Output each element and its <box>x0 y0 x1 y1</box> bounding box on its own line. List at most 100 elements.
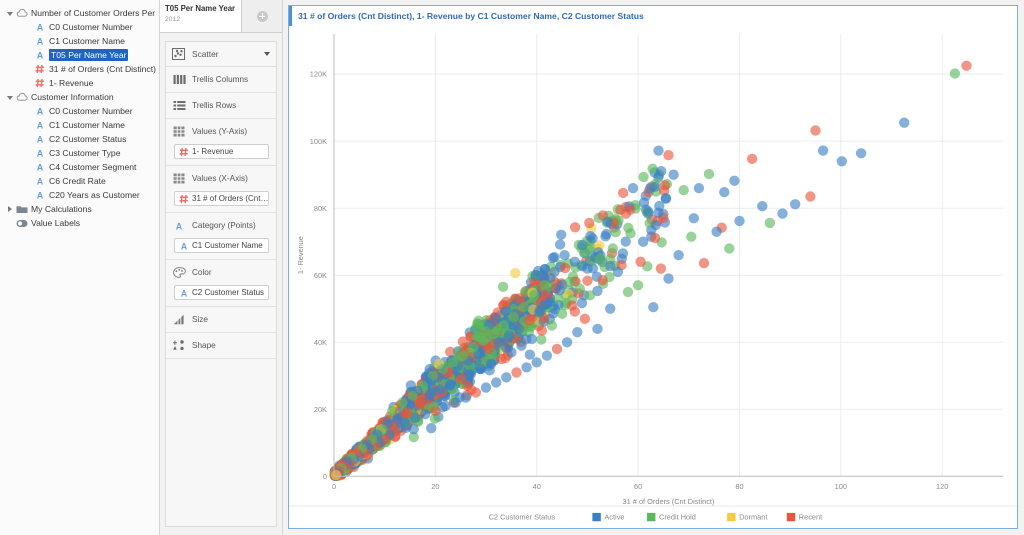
scatter-point[interactable] <box>430 405 441 417</box>
scatter-point[interactable] <box>551 343 563 355</box>
scatter-point[interactable] <box>577 239 588 251</box>
scatter-point[interactable] <box>764 217 776 229</box>
scatter-point[interactable] <box>480 382 492 393</box>
scatter-point[interactable] <box>485 358 497 370</box>
scatter-point[interactable] <box>790 199 801 210</box>
scatter-point[interactable] <box>638 171 649 183</box>
scatter-point[interactable] <box>567 300 578 311</box>
scatter-point[interactable] <box>559 262 571 274</box>
shelf-pill-color[interactable]: A C2 Customer Status <box>174 285 269 300</box>
scatter-point[interactable] <box>650 219 661 231</box>
scatter-point[interactable] <box>627 182 639 194</box>
tree-item-c20-years-as-customer[interactable]: A C20 Years as Customer <box>0 188 159 202</box>
scatter-point[interactable] <box>458 350 469 361</box>
scatter-point[interactable] <box>693 182 705 194</box>
shelf-pill-values-x[interactable]: 31 # of Orders (Cnt… <box>174 191 269 206</box>
scatter-point[interactable] <box>594 253 606 264</box>
scatter-point[interactable] <box>534 306 545 318</box>
scatter-point[interactable] <box>513 323 525 335</box>
scatter-point[interactable] <box>663 273 674 284</box>
scatter-point[interactable] <box>554 239 566 250</box>
scatter-point[interactable] <box>635 256 646 267</box>
scatter-point[interactable] <box>470 387 482 398</box>
tree-item-my-calculations[interactable]: My Calculations <box>0 202 159 216</box>
scatter-point[interactable] <box>805 191 816 202</box>
shelf-color[interactable]: Color A C2 Customer Status <box>166 260 276 307</box>
scatter-point[interactable] <box>541 350 553 361</box>
scatter-point[interactable] <box>746 153 758 165</box>
scatter-point[interactable] <box>455 373 466 385</box>
scatter-point[interactable] <box>655 263 667 274</box>
scatter-point[interactable] <box>729 175 740 186</box>
scatter-point[interactable] <box>501 372 512 383</box>
scatter-point[interactable] <box>536 334 547 345</box>
scatter-point[interactable] <box>688 213 699 224</box>
scatter-point[interactable] <box>757 201 768 212</box>
expand-triangle-down-icon[interactable] <box>4 95 15 100</box>
scatter-point[interactable] <box>855 148 867 159</box>
scatter-point[interactable] <box>450 397 461 408</box>
legend-label[interactable]: Active <box>604 513 624 522</box>
scatter-point[interactable] <box>579 313 591 325</box>
tree-item-c1-customer-name[interactable]: A C1 Customer Name <box>0 34 159 48</box>
scatter-point[interactable] <box>529 290 540 301</box>
scatter-point[interactable] <box>445 378 456 390</box>
tree-item-1-revenue[interactable]: 1- Revenue <box>0 76 159 90</box>
scatter-point[interactable] <box>518 301 530 313</box>
scatter-point[interactable] <box>536 325 547 336</box>
shelf-trellis-rows[interactable]: Trellis Rows <box>166 93 276 119</box>
legend-swatch[interactable] <box>647 512 656 522</box>
scatter-point[interactable] <box>425 389 436 400</box>
scatter-point[interactable] <box>521 362 532 373</box>
scatter-point[interactable] <box>625 228 636 239</box>
add-tab-button[interactable] <box>242 0 282 32</box>
scatter-point[interactable] <box>511 367 522 378</box>
scatter-point[interactable] <box>703 168 715 180</box>
scatter-point[interactable] <box>498 320 509 331</box>
scatter-point[interactable] <box>724 243 735 254</box>
scatter-point[interactable] <box>402 407 413 418</box>
scatter-point[interactable] <box>503 330 515 341</box>
scatter-point[interactable] <box>556 229 567 240</box>
scatter-point[interactable] <box>698 258 710 269</box>
scatter-point[interactable] <box>602 216 613 227</box>
scatter-point[interactable] <box>615 204 626 216</box>
scatter-point[interactable] <box>510 267 521 279</box>
scatter-point[interactable] <box>605 303 616 314</box>
scatter-point[interactable] <box>643 206 654 217</box>
scatter-point[interactable] <box>564 276 575 288</box>
scatter-point[interactable] <box>574 283 585 294</box>
scatter-point[interactable] <box>544 296 555 308</box>
scatter-point[interactable] <box>572 327 583 338</box>
scatter-point[interactable] <box>663 149 674 161</box>
scatter-point[interactable] <box>617 248 629 259</box>
scatter-point[interactable] <box>460 392 471 403</box>
tree-item-31-of-orders-cnt-distinct[interactable]: 31 # of Orders (Cnt Distinct) <box>0 62 159 76</box>
scatter-plot-svg[interactable]: 0 20K 40K 60K 80K 100K 120K 0 20 40 60 80 100 120 31 #… <box>289 26 1017 528</box>
scatter-point[interactable] <box>426 423 437 434</box>
scatter-point[interactable] <box>561 337 573 348</box>
scatter-point[interactable] <box>601 228 612 240</box>
chart-container[interactable]: 31 # of Orders (Cnt Distinct), 1- Revenu… <box>288 5 1018 529</box>
tree-item-c0-customer-number[interactable]: A C0 Customer Number <box>0 20 159 34</box>
tree-item-c3-customer-type[interactable]: A C3 Customer Type <box>0 146 159 160</box>
legend-swatch[interactable] <box>727 512 736 522</box>
legend-label[interactable]: Recent <box>799 513 822 522</box>
legend-label[interactable]: Dormant <box>739 513 767 522</box>
plot-area[interactable]: 0 20K 40K 60K 80K 100K 120K 0 20 40 60 80 100 120 31 #… <box>289 26 1017 528</box>
visualization-type-selector[interactable]: Scatter <box>166 42 276 67</box>
scatter-point[interactable] <box>648 301 659 313</box>
scatter-point[interactable] <box>506 347 517 358</box>
scatter-point[interactable] <box>584 290 596 301</box>
expand-triangle-down-icon[interactable] <box>4 11 15 16</box>
scatter-point[interactable] <box>734 215 745 227</box>
shelf-category[interactable]: A Category (Points) A C1 Customer Name <box>166 213 276 260</box>
scatter-point[interactable] <box>496 353 507 365</box>
scatter-point[interactable] <box>457 336 469 347</box>
scatter-point[interactable] <box>587 233 598 244</box>
scatter-point[interactable] <box>632 280 644 291</box>
scatter-point[interactable] <box>530 270 541 281</box>
scatter-point[interactable] <box>554 285 565 296</box>
scatter-point[interactable] <box>653 207 664 218</box>
tree-item-c1-customer-name[interactable]: A C1 Customer Name <box>0 118 159 132</box>
